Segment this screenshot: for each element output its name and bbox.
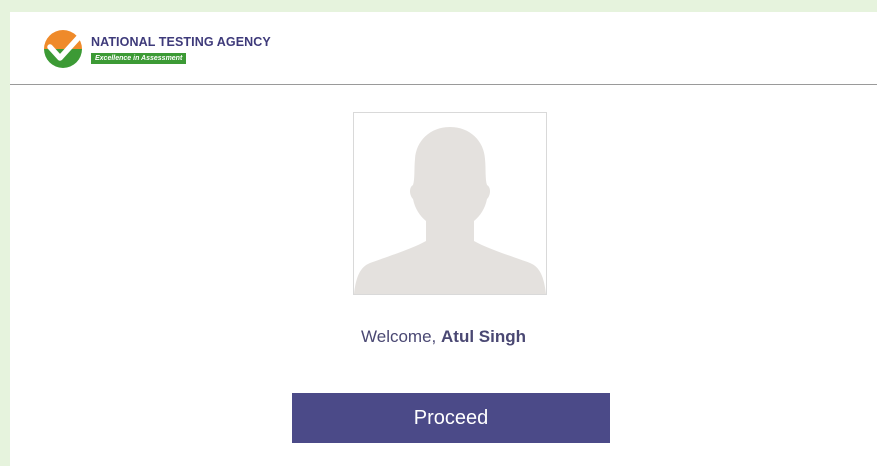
candidate-photo (353, 112, 547, 295)
login-panel: NATIONAL TESTING AGENCY Excellence in As… (10, 12, 877, 466)
proceed-button[interactable]: Proceed (292, 393, 610, 443)
user-name: Atul Singh (441, 327, 526, 346)
nta-checkmark-logo-icon (44, 30, 83, 68)
welcome-message: Welcome, Atul Singh (10, 327, 877, 347)
brand-name: NATIONAL TESTING AGENCY (91, 35, 271, 49)
header: NATIONAL TESTING AGENCY Excellence in As… (10, 12, 877, 85)
user-silhouette-icon (354, 127, 546, 294)
welcome-prefix: Welcome, (361, 327, 441, 346)
brand-tagline: Excellence in Assessment (91, 53, 187, 64)
